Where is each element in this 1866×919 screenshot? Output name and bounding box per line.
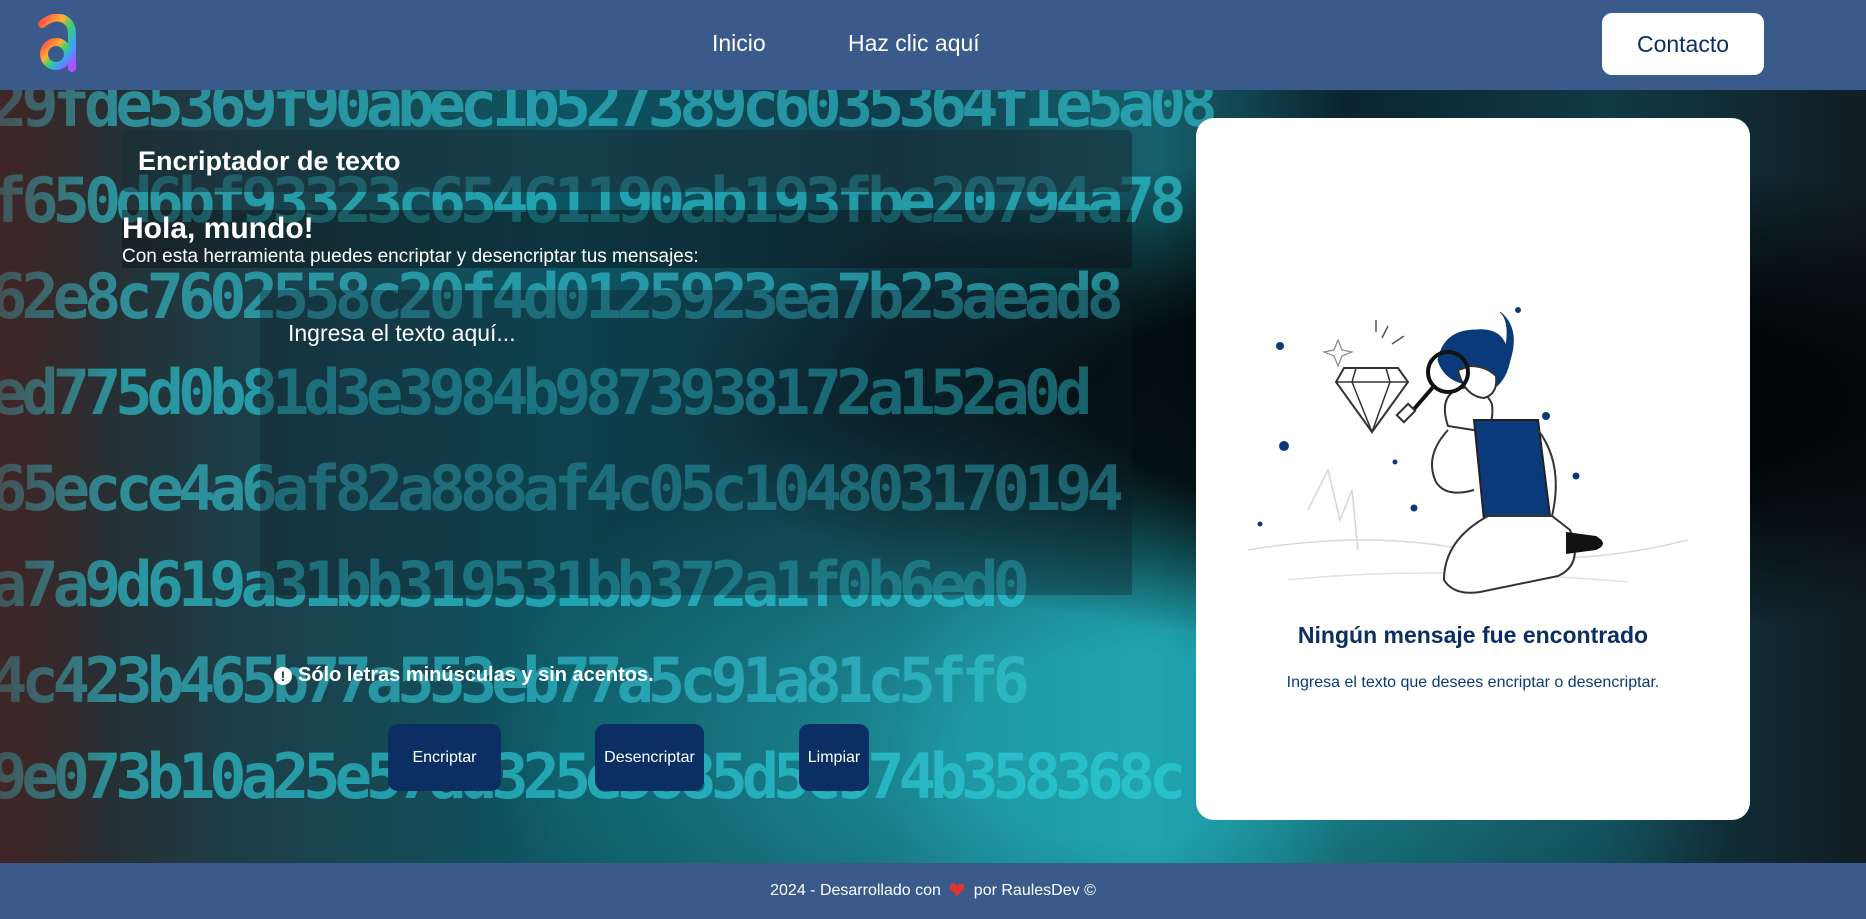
greeting-heading: Hola, mundo!: [122, 212, 314, 245]
background-fade: [0, 90, 120, 863]
empty-result-text: Ingresa el texto que desees encriptar o …: [1286, 674, 1660, 691]
input-warning: ! Sólo letras minúsculas y sin acentos.: [274, 664, 654, 687]
warning-text: Sólo letras minúsculas y sin acentos.: [298, 664, 654, 686]
top-navbar: Inicio Haz clic aquí Contacto: [0, 0, 1866, 90]
text-input[interactable]: [260, 290, 1132, 595]
decrypt-button[interactable]: Desencriptar: [595, 724, 704, 791]
exclamation-circle-icon: !: [274, 666, 292, 685]
greeting-subtitle: Con esta herramienta puedes encriptar y …: [122, 246, 699, 267]
clear-button[interactable]: Limpiar: [799, 724, 869, 791]
person-with-magnifying-glass-illustration: [1248, 307, 1688, 594]
footer-text-before: 2024 - Desarrollado con: [770, 882, 941, 899]
copyright-icon: ©: [1084, 882, 1096, 899]
letter-a-logo-icon[interactable]: [36, 14, 78, 74]
nav-link-inicio[interactable]: Inicio: [712, 30, 766, 57]
title-bar: Encriptador de texto: [122, 130, 1132, 192]
heart-icon: [950, 883, 965, 896]
encrypt-button[interactable]: Encriptar: [388, 724, 501, 791]
nav-link-haz-clic[interactable]: Haz clic aquí: [848, 30, 980, 57]
footer: 2024 - Desarrollado con por RaulesDev ©: [0, 863, 1866, 919]
output-card: Ningún mensaje fue encontrado Ingresa el…: [1196, 118, 1750, 820]
code-row: 9e073b10a25e57ad325e5885d5c974b358368c: [0, 740, 1182, 813]
greeting-block: Hola, mundo! Con esta herramienta puedes…: [122, 210, 1132, 268]
empty-result-title: Ningún mensaje fue encontrado: [1297, 622, 1649, 648]
footer-text-after: por RaulesDev: [973, 882, 1080, 899]
contact-button[interactable]: Contacto: [1602, 13, 1764, 75]
page-title: Encriptador de texto: [138, 146, 401, 176]
footer-text: 2024 - Desarrollado con por RaulesDev ©: [0, 882, 1866, 900]
